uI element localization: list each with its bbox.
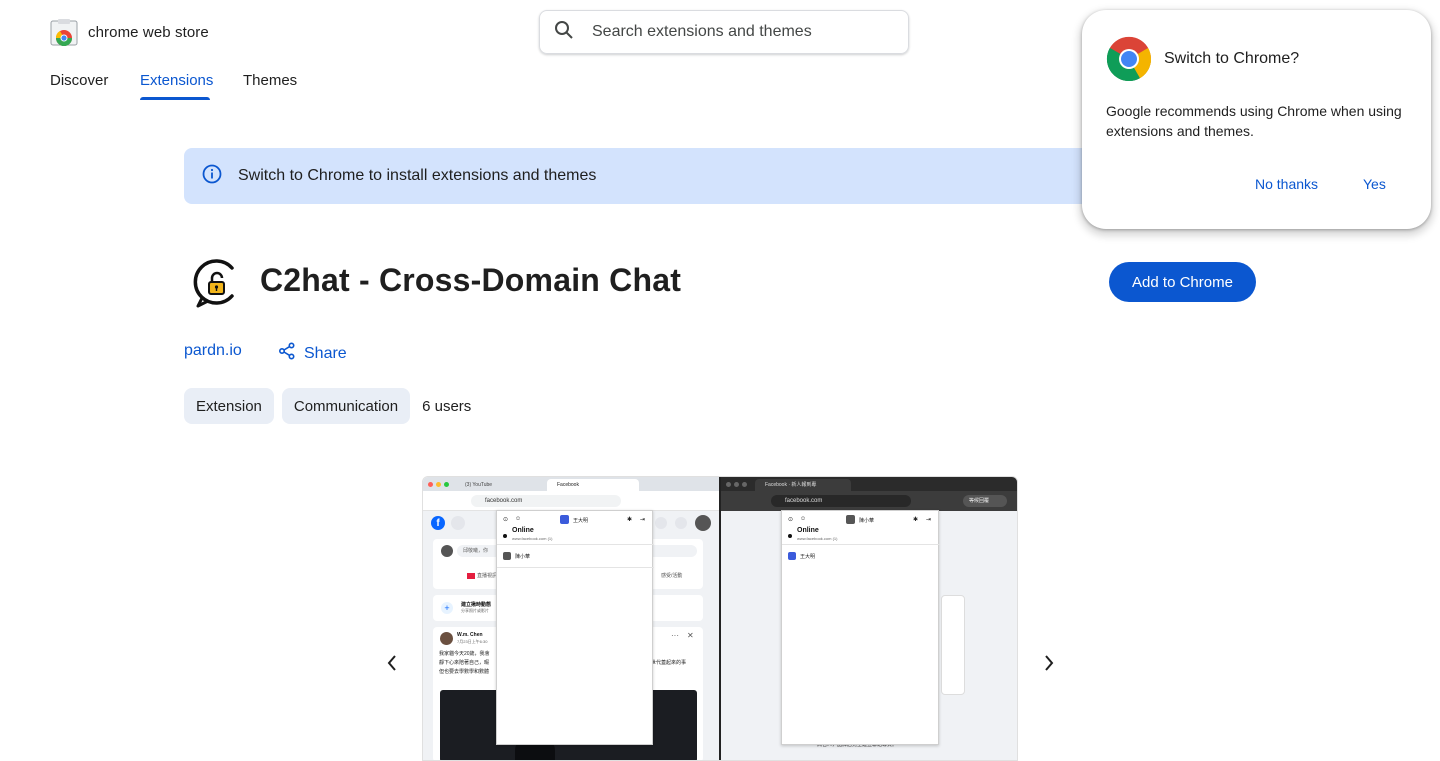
post-close-icon: ✕	[687, 631, 694, 640]
left-profile-avatar	[695, 515, 711, 531]
switch-to-chrome-dialog: Switch to Chrome? Google recommends usin…	[1082, 10, 1431, 229]
tab-extensions-label: Extensions	[140, 72, 214, 89]
screenshot-left-pane: (3) YouTube Facebook facebook.com f 邱敬曦，…	[423, 477, 719, 760]
right-tab-facebook: Facebook · 新人報到專	[755, 479, 851, 491]
composer-action-live: 直播視訊	[477, 573, 498, 579]
carousel-screenshot[interactable]: (3) YouTube Facebook facebook.com f 邱敬曦，…	[422, 476, 1018, 761]
chip-extension[interactable]: Extension	[184, 388, 274, 424]
tab-themes-label: Themes	[243, 72, 298, 89]
tab-themes[interactable]: Themes	[243, 72, 297, 100]
right-url-bar: facebook.com 等候回覆	[721, 491, 1017, 511]
chrome-logo-icon	[1106, 36, 1152, 82]
search-icon	[554, 20, 574, 45]
extension-logo-icon	[188, 256, 242, 310]
right-popup-user[interactable]: 王大明	[800, 553, 815, 560]
add-to-chrome-button[interactable]: Add to Chrome	[1109, 262, 1256, 302]
right-url: facebook.com	[771, 495, 911, 507]
left-popup-header-name: 王大明	[573, 518, 589, 524]
right-pending-badge: 等候回覆	[963, 495, 1007, 507]
chevron-left-icon	[387, 655, 396, 671]
chip-row: Extension Communication 6 users	[184, 388, 471, 424]
search-box[interactable]: Search extensions and themes	[539, 10, 909, 54]
extension-title: C2hat - Cross-Domain Chat	[260, 262, 682, 298]
user-count: 6 users	[422, 397, 472, 415]
left-chat-popup: ⊙ ☺ 王大明 ✱ ⇥ Online www.facebook.com (1) …	[496, 510, 654, 745]
right-chat-popup: ⊙ ☺ 陳小華 ✱ ⇥ Online www.facebook.com (1) …	[781, 510, 940, 745]
no-thanks-button[interactable]: No thanks	[1255, 176, 1318, 192]
right-popup-header-name: 陳小華	[859, 518, 875, 524]
yes-button[interactable]: Yes	[1363, 176, 1386, 192]
tab-discover[interactable]: Discover	[50, 72, 108, 100]
facebook-logo-icon: f	[431, 516, 445, 530]
right-popup-status: Online	[797, 527, 819, 534]
composer-action-feeling: 感受/活動	[661, 573, 683, 579]
share-icon	[278, 342, 296, 365]
post-author: W.m. Chen	[457, 632, 483, 638]
left-url: facebook.com	[471, 495, 621, 507]
left-popup-status-sub: www.facebook.com (1)	[512, 536, 553, 541]
post-line-3: 但也要去學數學和數體	[439, 669, 490, 675]
chrome-web-store-logo-icon	[50, 18, 78, 47]
chip-communication[interactable]: Communication	[281, 388, 411, 424]
room-sub: 分享照片或影片	[461, 608, 489, 613]
tab-discover-label: Discover	[50, 72, 109, 89]
left-tab-youtube: (3) YouTube	[465, 482, 493, 488]
post-line-right: 世代蓋起來的事	[651, 660, 687, 666]
chevron-right-icon	[1045, 655, 1054, 671]
carousel-prev-button[interactable]	[380, 651, 404, 675]
store-brand[interactable]: chrome web store	[50, 18, 209, 47]
search-input[interactable]: Search extensions and themes	[592, 23, 812, 41]
post-time: 7月23日上午6:30	[457, 639, 488, 644]
info-icon	[202, 164, 222, 189]
tab-extensions[interactable]: Extensions	[140, 72, 214, 100]
left-tab-facebook: Facebook	[547, 479, 639, 491]
composer-placeholder: 邱敬曦，你	[463, 548, 489, 554]
right-side-card	[941, 595, 965, 695]
screenshot-right-pane: Facebook · 新人報到專 facebook.com 等候回覆 高名人，品…	[721, 477, 1017, 760]
dialog-body: Google recommends using Chrome when usin…	[1106, 103, 1402, 139]
brand-name: chrome web store	[88, 23, 209, 41]
left-popup-user[interactable]: 陳小華	[515, 553, 530, 560]
publisher-link[interactable]: pardn.io	[184, 342, 242, 360]
right-popup-status-sub: www.facebook.com (1)	[797, 536, 838, 541]
carousel-next-button[interactable]	[1037, 651, 1061, 675]
left-tab-strip: (3) YouTube Facebook	[423, 477, 719, 491]
post-line-1: 我家貓今天20歲，我會	[439, 651, 490, 657]
room-title: 建立揪時動態	[461, 602, 492, 608]
share-button[interactable]: Share	[278, 342, 347, 365]
post-line-2: 靜下心來陪著自己，暇	[439, 660, 490, 666]
left-popup-status: Online	[512, 527, 534, 534]
banner-text: Switch to Chrome to install extensions a…	[238, 167, 597, 184]
dialog-title: Switch to Chrome?	[1164, 50, 1300, 67]
left-url-bar: facebook.com	[423, 491, 719, 511]
share-label: Share	[304, 344, 347, 362]
right-tab-strip: Facebook · 新人報到專	[721, 477, 1017, 491]
